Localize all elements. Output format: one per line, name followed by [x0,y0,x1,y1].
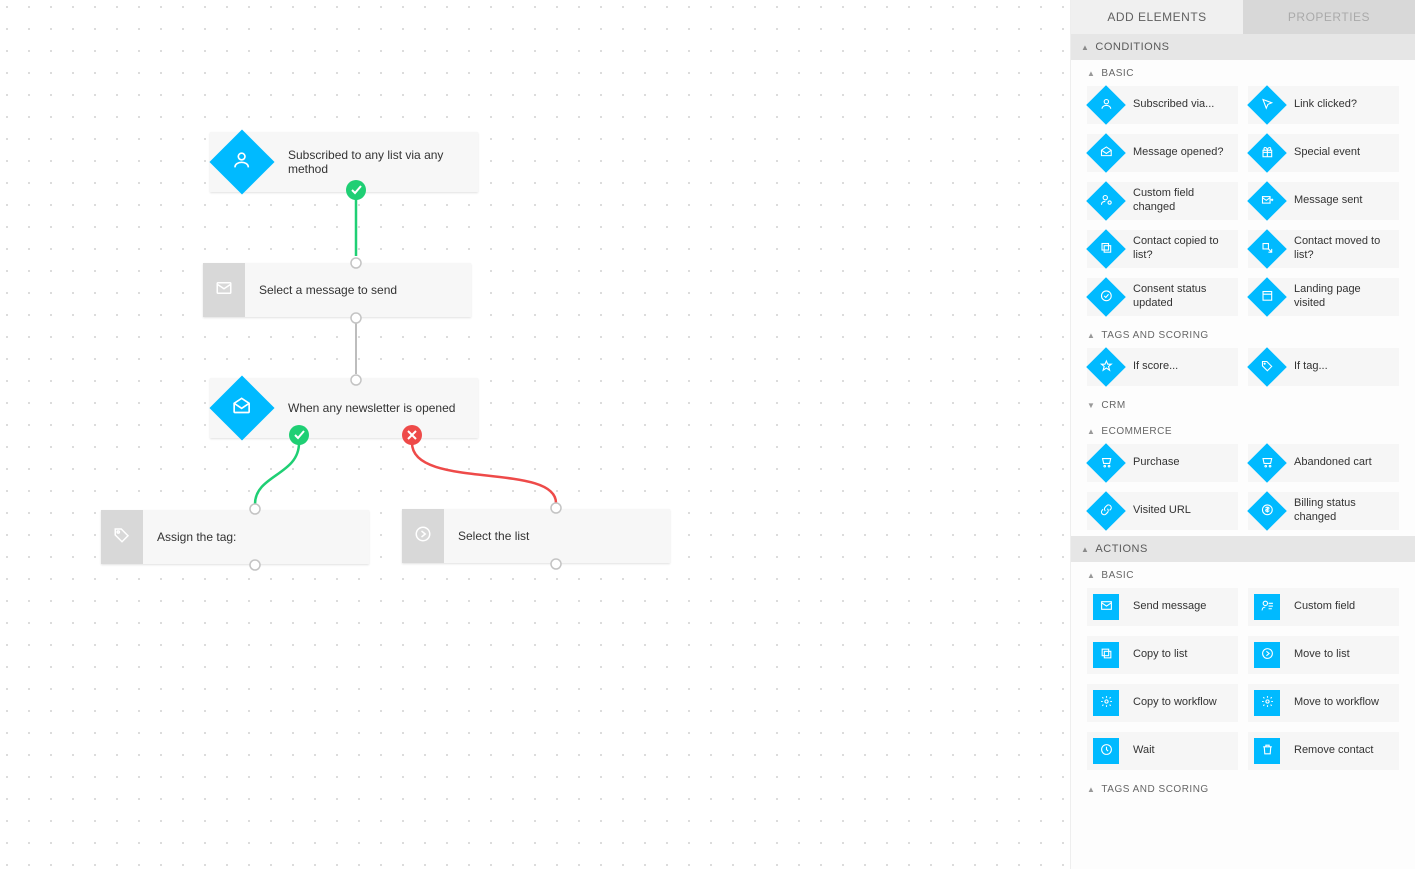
tag-icon [113,526,131,549]
copy-icon [1100,241,1113,257]
element-copy-to-list[interactable]: Copy to list [1087,636,1238,674]
dollar-icon [1261,503,1274,519]
node-label: When any newsletter is opened [274,401,469,415]
chevron-up-icon: ▲ [1087,427,1095,436]
element-message-sent[interactable]: Message sent [1248,182,1399,220]
element-remove-contact[interactable]: Remove contact [1248,732,1399,770]
chevron-up-icon: ▲ [1087,571,1095,580]
element-contact-moved[interactable]: Contact moved to list? [1248,230,1399,268]
trash-icon [1261,743,1274,759]
person-icon [1100,97,1113,113]
gift-icon [1261,145,1274,161]
chevron-up-icon: ▲ [1087,785,1095,794]
subsection-crm[interactable]: ▼CRM [1071,392,1415,418]
element-purchase[interactable]: Purchase [1087,444,1238,482]
element-abandoned-cart[interactable]: Abandoned cart [1248,444,1399,482]
clock-icon [1100,743,1113,759]
node-label: Assign the tag: [143,530,250,544]
section-conditions[interactable]: ▲CONDITIONS [1071,34,1415,60]
node-select-message[interactable]: Select a message to send [203,263,471,317]
cart-icon [1261,455,1274,471]
mail-open-icon [232,396,252,421]
star-icon [1100,359,1113,375]
section-actions[interactable]: ▲ACTIONS [1071,536,1415,562]
cart-check-icon [1100,455,1113,471]
chevron-down-icon: ▼ [1087,401,1095,410]
node-opened-condition[interactable]: When any newsletter is opened [210,378,478,438]
node-label: Subscribed to any list via any method [274,148,478,176]
element-billing-status[interactable]: Billing status changed [1248,492,1399,530]
tag-icon [1261,359,1274,375]
subsection-ecommerce[interactable]: ▲ECOMMERCE [1071,418,1415,444]
mail-icon [1100,599,1113,615]
arrow-circle-icon [1261,647,1274,663]
element-message-opened[interactable]: Message opened? [1087,134,1238,172]
gear-icon [1261,695,1274,711]
node-assign-tag[interactable]: Assign the tag: [101,510,369,564]
link-icon [1100,503,1113,519]
chevron-up-icon: ▲ [1087,69,1095,78]
check-circle-icon [1100,289,1113,305]
element-send-message[interactable]: Send message [1087,588,1238,626]
element-custom-field[interactable]: Custom field [1248,588,1399,626]
gear-icon [1100,695,1113,711]
element-link-clicked[interactable]: Link clicked? [1248,86,1399,124]
element-contact-copied[interactable]: Contact copied to list? [1087,230,1238,268]
element-move-to-list[interactable]: Move to list [1248,636,1399,674]
element-copy-to-workflow[interactable]: Copy to workflow [1087,684,1238,722]
arrow-circle-icon [414,525,432,548]
mail-out-icon [1261,193,1274,209]
node-select-list[interactable]: Select the list [402,509,670,563]
person-gear-icon [1100,193,1113,209]
element-subscribed-via[interactable]: Subscribed via... [1087,86,1238,124]
subsection-actions-basic[interactable]: ▲BASIC [1071,562,1415,588]
node-label: Select the list [444,529,543,543]
workflow-canvas[interactable]: Subscribed to any list via any method Se… [0,0,1070,869]
chevron-up-icon: ▲ [1087,331,1095,340]
sidebar-tabs: ADD ELEMENTS PROPERTIES [1071,0,1415,34]
tab-properties[interactable]: PROPERTIES [1243,0,1415,34]
element-landing-page-visited[interactable]: Landing page visited [1248,278,1399,316]
chevron-up-icon: ▲ [1081,545,1089,554]
element-wait[interactable]: Wait [1087,732,1238,770]
element-if-score[interactable]: If score... [1087,348,1238,386]
element-custom-field-changed[interactable]: Custom field changed [1087,182,1238,220]
cursor-icon [1261,97,1274,113]
subsection-basic[interactable]: ▲BASIC [1071,60,1415,86]
node-subscribed-condition[interactable]: Subscribed to any list via any method [210,132,478,192]
element-move-to-workflow[interactable]: Move to workflow [1248,684,1399,722]
subsection-tags-scoring[interactable]: ▲TAGS AND SCORING [1071,322,1415,348]
element-if-tag[interactable]: If tag... [1248,348,1399,386]
person-icon [232,150,252,175]
page-icon [1261,289,1274,305]
element-special-event[interactable]: Special event [1248,134,1399,172]
tab-add-elements[interactable]: ADD ELEMENTS [1071,0,1243,34]
element-visited-url[interactable]: Visited URL [1087,492,1238,530]
mail-open-icon [1100,145,1113,161]
mail-icon [215,279,233,302]
subsection-actions-tags-scoring[interactable]: ▲TAGS AND SCORING [1071,776,1415,802]
chevron-up-icon: ▲ [1081,43,1089,52]
person-list-icon [1261,599,1274,615]
element-consent-updated[interactable]: Consent status updated [1087,278,1238,316]
sidebar: ADD ELEMENTS PROPERTIES ▲CONDITIONS ▲BAS… [1070,0,1415,869]
node-label: Select a message to send [245,283,411,297]
move-icon [1261,241,1274,257]
connectors-overlay [0,0,1070,869]
copy-icon [1100,647,1113,663]
